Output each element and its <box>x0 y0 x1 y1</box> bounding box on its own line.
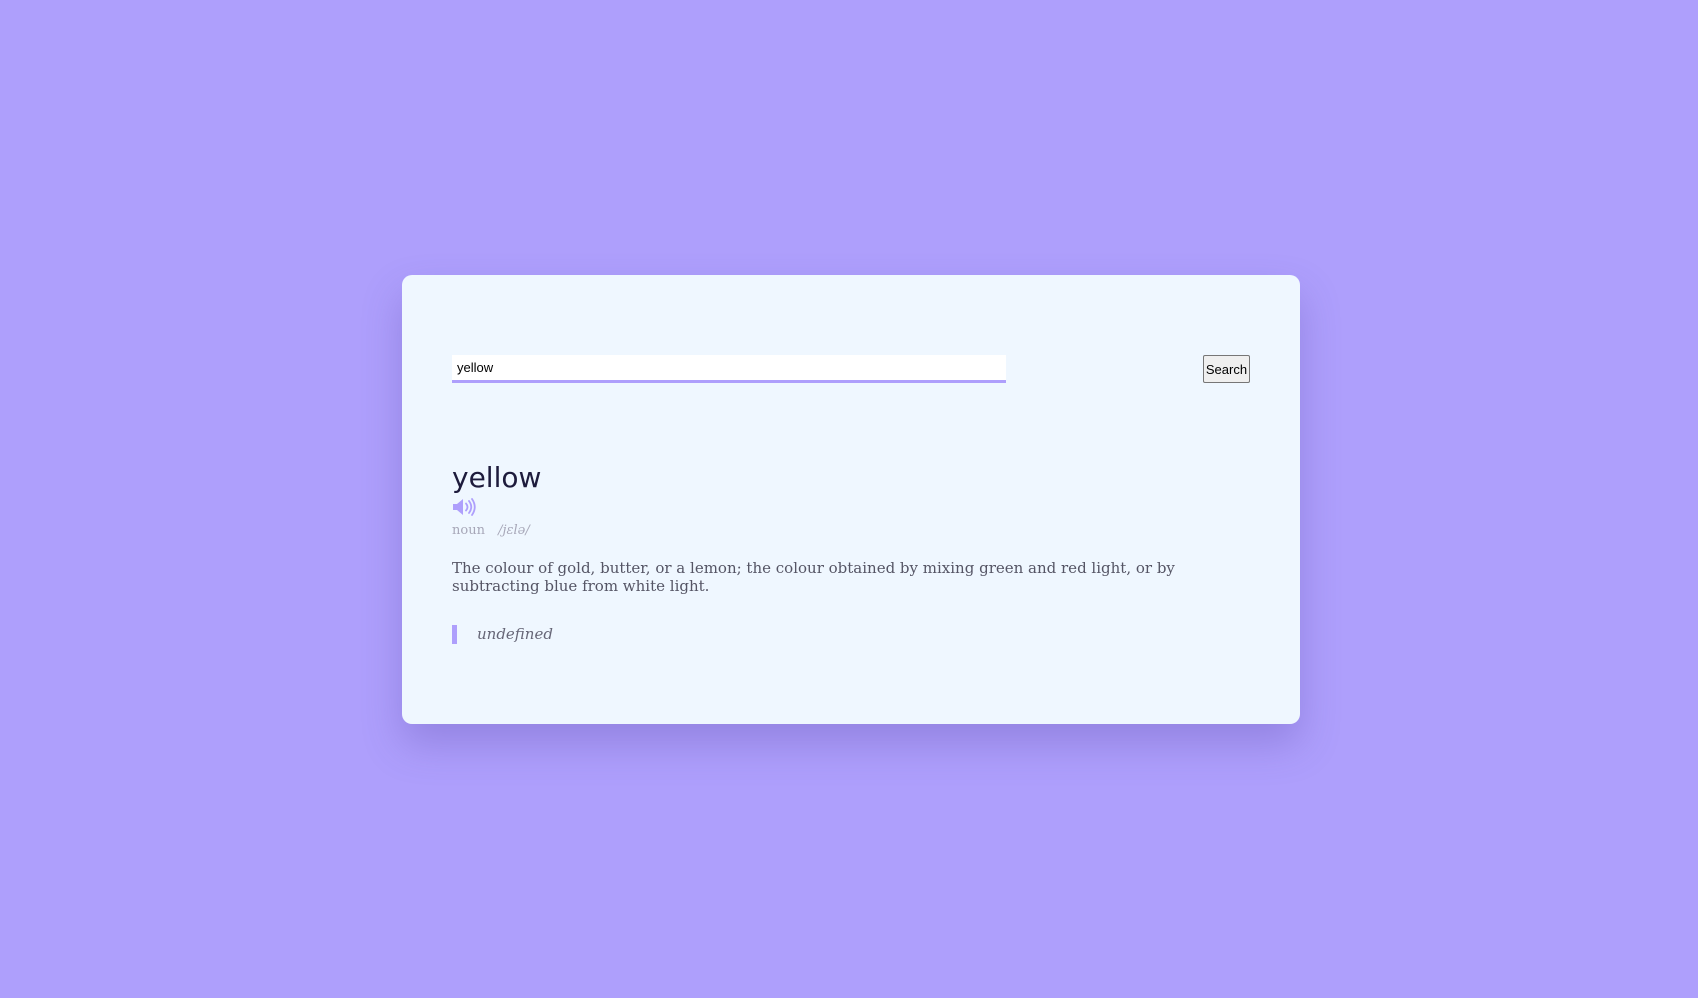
search-input[interactable] <box>452 355 1006 383</box>
phonetic: /jɛlə/ <box>498 523 530 538</box>
example-quote: undefined <box>452 625 553 644</box>
speaker-volume-icon[interactable] <box>452 497 478 517</box>
definition-text: The colour of gold, butter, or a lemon; … <box>452 559 1175 595</box>
part-of-speech: noun <box>452 523 485 538</box>
dictionary-card: Search yellow noun /jɛlə/ The colour of … <box>402 275 1300 724</box>
search-bar: Search <box>452 355 1250 385</box>
search-button[interactable]: Search <box>1203 355 1250 383</box>
word-meta: noun /jɛlə/ <box>452 523 530 538</box>
word-title: yellow <box>452 461 542 494</box>
